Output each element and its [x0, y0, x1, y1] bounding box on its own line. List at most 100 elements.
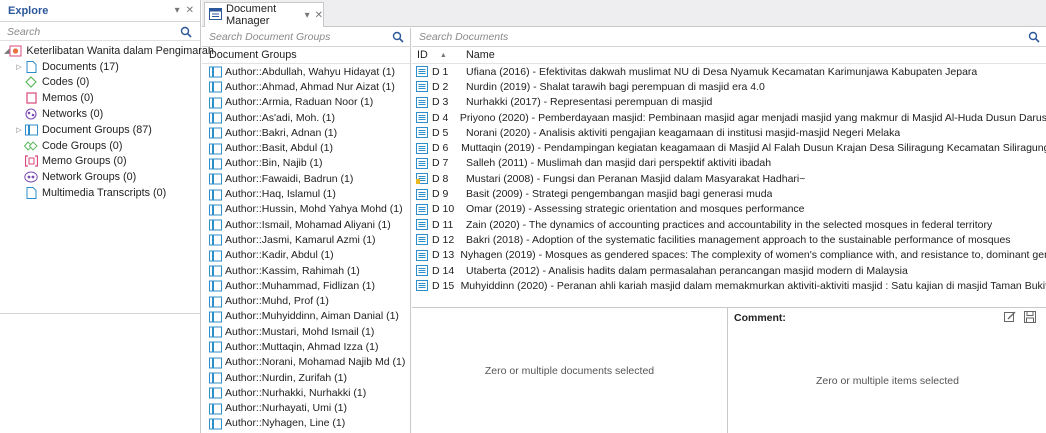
document-group-row[interactable]: Author::Jasmi, Kamarul Azmi (1)	[202, 232, 410, 247]
text-document-icon	[416, 265, 428, 276]
search-icon[interactable]	[1028, 31, 1040, 43]
document-name: Ufiana (2016) - Efektivitas dakwah musli…	[466, 65, 978, 78]
tree-item[interactable]: Memo Groups (0)	[0, 154, 200, 170]
document-group-row[interactable]: Author::Muhammad, Fidlizan (1)	[202, 278, 410, 293]
comment-pane: Zero or multiple items selected Comment:	[729, 308, 1046, 433]
code-group-icon	[24, 140, 38, 152]
groups-column-header[interactable]: Document Groups	[202, 47, 410, 64]
document-group-row[interactable]: Author::Nyhagen, Line (1)	[202, 416, 410, 431]
memo-icon	[24, 92, 38, 104]
document-id-cell: D 3	[412, 96, 466, 108]
document-group-row[interactable]: Author::Kassim, Rahimah (1)	[202, 263, 410, 278]
document-group-row[interactable]: Author::Muhd, Prof (1)	[202, 293, 410, 308]
document-group-icon	[209, 372, 222, 384]
document-row[interactable]: D 2 Nurdin (2019) - Shalat tarawih bagi p…	[412, 79, 1046, 94]
document-group-row[interactable]: Author::Bin, Najib (1)	[202, 156, 410, 171]
tree-item-label: Codes (0)	[42, 76, 90, 89]
tab-close-icon[interactable]: ✕	[315, 10, 323, 21]
tab-document-manager[interactable]: Document Manager ▾ ✕	[204, 2, 324, 27]
document-name: Zain (2020) - The dynamics of accounting…	[466, 218, 993, 231]
search-icon[interactable]	[392, 31, 404, 43]
document-group-row[interactable]: Author::Bakri, Adnan (1)	[202, 125, 410, 140]
document-row[interactable]: D 10 Omar (2019) - Assessing strategic or…	[412, 202, 1046, 217]
code-icon	[24, 76, 38, 89]
document-group-row[interactable]: Author::Kadir, Abdul (1)	[202, 248, 410, 263]
document-row[interactable]: D 9 Basit (2009) - Strategi pengembangan …	[412, 186, 1046, 201]
document-group-row[interactable]: Author::Nurdin, Zurifah (1)	[202, 370, 410, 385]
id-column-header[interactable]: ID ▲	[412, 49, 458, 61]
text-document-icon	[416, 81, 428, 93]
document-group-label: Author::Nyhagen, Line (1)	[225, 417, 346, 430]
documents-list: D 1 Ufiana (2016) - Efektivitas dakwah mu…	[412, 64, 1046, 293]
document-row[interactable]: D 8 Mustari (2008) - Fungsi dan Peranan M…	[412, 171, 1046, 186]
document-group-row[interactable]: Author::Basit, Abdul (1)	[202, 140, 410, 155]
document-row[interactable]: D 6 Muttaqin (2019) - Pendampingan kegiat…	[412, 140, 1046, 155]
document-group-row[interactable]: Author::Abdullah, Wahyu Hidayat (1)	[202, 64, 410, 79]
tree-item[interactable]: Memos (0)	[0, 90, 200, 106]
tree-item[interactable]: Networks (0)	[0, 106, 200, 122]
document-group-row[interactable]: Author::As'adi, Moh. (1)	[202, 110, 410, 125]
documents-column-header: ID ▲ Name	[412, 47, 1046, 64]
document-row[interactable]: D 11 Zain (2020) - The dynamics of accoun…	[412, 217, 1046, 232]
document-row[interactable]: D 13 Nyhagen (2019) - Mosques as gendered…	[412, 248, 1046, 263]
network-icon	[24, 108, 38, 120]
document-group-icon	[209, 189, 222, 201]
tree-item[interactable]: ▷ Document Groups (87)	[0, 122, 200, 138]
document-group-label: Author::Jasmi, Kamarul Azmi (1)	[225, 233, 376, 246]
document-group-row[interactable]: Author::Norani, Mohamad Najib Md (1)	[202, 355, 410, 370]
document-row[interactable]: D 1 Ufiana (2016) - Efektivitas dakwah mu…	[412, 64, 1046, 79]
document-id: D 13	[432, 249, 455, 262]
expand-arrow-icon[interactable]: ▷	[14, 126, 24, 134]
document-group-row[interactable]: Author::Muttaqin, Ahmad Izza (1)	[202, 339, 410, 354]
tree-item[interactable]: Code Groups (0)	[0, 138, 200, 154]
text-document-icon	[416, 249, 428, 261]
transcript-icon	[24, 187, 38, 200]
document-group-row[interactable]: Author::Ismail, Mohamad Aliyani (1)	[202, 217, 410, 232]
document-group-row[interactable]: Author::Armia, Raduan Noor (1)	[202, 95, 410, 110]
tree-item-project[interactable]: ◢ Keterlibatan Wanita dalam Pengimarah	[0, 43, 214, 59]
document-row[interactable]: D 5 Norani (2020) - Analisis aktiviti pen…	[412, 125, 1046, 140]
document-group-label: Author::Nurhayati, Umi (1)	[225, 402, 347, 415]
document-group-row[interactable]: Author::Mustari, Mohd Ismail (1)	[202, 324, 410, 339]
document-row[interactable]: D 7 Salleh (2011) - Muslimah dan masjid d…	[412, 156, 1046, 171]
document-group-row[interactable]: Author::Fawaidi, Badrun (1)	[202, 171, 410, 186]
document-id-cell: D 11	[412, 219, 466, 231]
document-id-cell: D 14	[412, 265, 466, 277]
tree-item-label: Memo Groups (0)	[42, 155, 127, 168]
pane-menu-icon[interactable]: ▾	[175, 5, 180, 16]
tree-item[interactable]: Multimedia Transcripts (0)	[0, 185, 200, 201]
text-document-icon	[416, 96, 428, 108]
tree-item-label: Memos (0)	[42, 92, 94, 105]
document-row[interactable]: D 3 Nurhakki (2017) - Representasi peremp…	[412, 95, 1046, 110]
document-id: D 12	[432, 233, 455, 246]
document-row[interactable]: D 14 Utaberta (2012) - Analisis hadits da…	[412, 263, 1046, 278]
edit-comment-icon[interactable]	[1004, 311, 1016, 326]
tree-item[interactable]: Network Groups (0)	[0, 169, 200, 185]
tree-item[interactable]: ▷ Documents (17)	[0, 59, 200, 75]
tree-item[interactable]: Codes (0)	[0, 75, 200, 91]
document-group-row[interactable]: Author::Nurhayati, Umi (1)	[202, 401, 410, 416]
document-group-row[interactable]: Author::Ahmad, Ahmad Nur Aizat (1)	[202, 79, 410, 94]
groups-search-input[interactable]: Search Document Groups	[202, 28, 410, 47]
document-group-label: Author::Muttaqin, Ahmad Izza (1)	[225, 340, 379, 353]
documents-search-input[interactable]: Search Documents	[412, 28, 1046, 47]
document-group-row[interactable]: Author::Hussin, Mohd Yahya Mohd (1)	[202, 202, 410, 217]
search-icon[interactable]	[180, 26, 192, 38]
explore-search-input[interactable]: Search	[0, 24, 200, 41]
document-name: Omar (2019) - Assessing strategic orient…	[466, 203, 805, 216]
expand-arrow-icon[interactable]: ▷	[14, 63, 24, 71]
close-icon[interactable]: ✕	[186, 5, 194, 16]
document-group-row[interactable]: Author::Muhyiddinn, Aiman Danial (1)	[202, 309, 410, 324]
document-row[interactable]: D 15 Muhyiddinn (2020) - Peranan ahli kar…	[412, 278, 1046, 293]
document-group-row[interactable]: Author::Nurhakki, Nurhakki (1)	[202, 385, 410, 400]
tab-menu-icon[interactable]: ▾	[305, 10, 310, 21]
export-comment-icon[interactable]	[1024, 311, 1036, 326]
document-row[interactable]: D 12 Bakri (2018) - Adoption of the syste…	[412, 232, 1046, 247]
document-group-row[interactable]: Author::Haq, Islamul (1)	[202, 186, 410, 201]
document-group-icon	[209, 418, 222, 430]
no-selection-message: Zero or multiple documents selected	[484, 365, 655, 377]
document-row[interactable]: D 4 Priyono (2020) - Pemberdayaan masjid:…	[412, 110, 1046, 125]
project-tree: ◢ Keterlibatan Wanita dalam Pengimarah ▷…	[0, 41, 214, 201]
tab-bar: Document Manager ▾ ✕	[202, 0, 1046, 27]
name-column-header[interactable]: Name	[458, 49, 495, 61]
